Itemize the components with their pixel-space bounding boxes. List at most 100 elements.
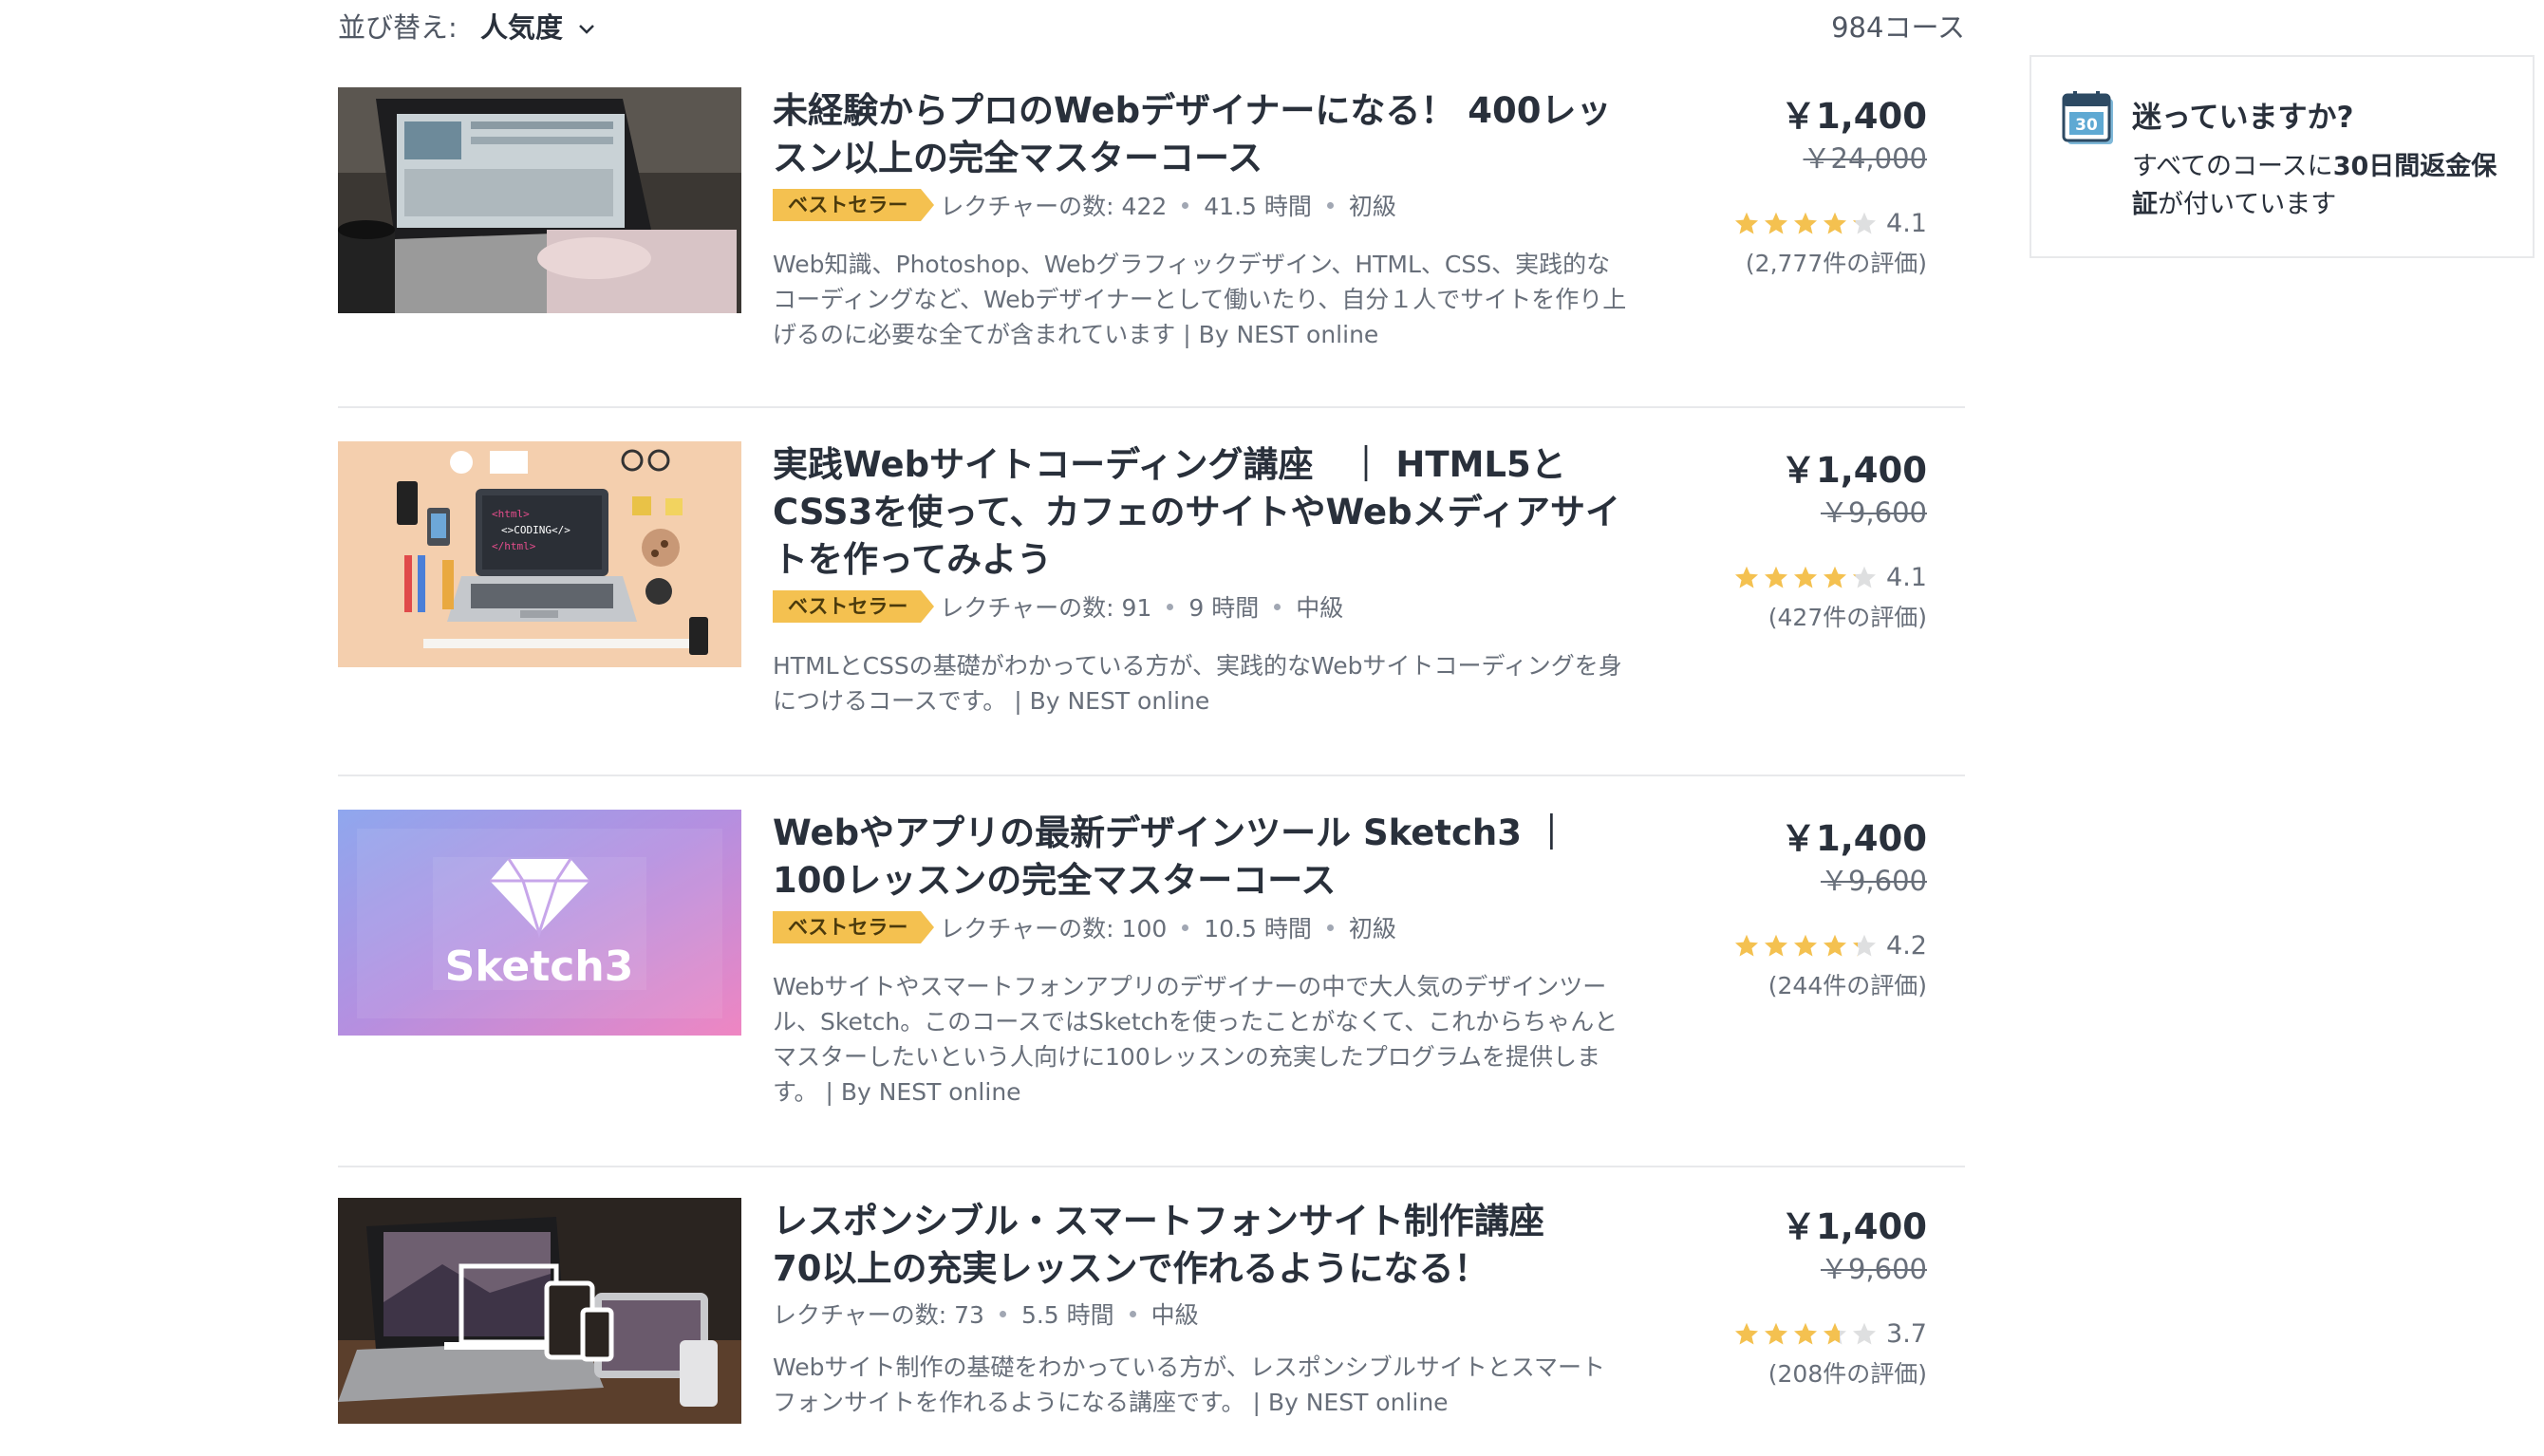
course-hours: 5.5 時間 xyxy=(1020,1301,1114,1329)
rating-value: 4.2 xyxy=(1886,931,1927,961)
course-original-price: ￥9,600 xyxy=(1820,865,1927,897)
bestseller-badge: ベストセラー xyxy=(773,590,935,623)
course-original-price: ￥9,600 xyxy=(1820,1253,1927,1285)
course-thumbnail[interactable]: <html> <>CODING</> </html> xyxy=(338,441,741,667)
separator-dot xyxy=(1167,603,1174,610)
review-count: (244件の評価) xyxy=(1768,972,1927,999)
code-text-3: </html> xyxy=(492,540,536,552)
course-title[interactable]: 実践Webサイトコーディング講座 ｜ HTML5とCSS3を使って、カフェのサイ… xyxy=(773,441,1627,584)
star-icon xyxy=(1735,1322,1759,1344)
chevron-down-icon xyxy=(579,25,595,34)
review-count: (208件の評価) xyxy=(1768,1360,1927,1388)
star-icon xyxy=(1794,566,1818,588)
course-count: 984コース xyxy=(1831,11,1965,44)
bestseller-badge: ベストセラー xyxy=(773,189,935,221)
star-icon xyxy=(1853,1322,1877,1344)
course-rating: 3.7 xyxy=(1733,1319,1927,1349)
course-description: Web知識、Photoshop、Webグラフィックデザイン、HTML、CSS、実… xyxy=(773,251,1627,348)
course-price: ￥1,400 xyxy=(1780,1206,1927,1247)
calendar-number: 30 xyxy=(2075,116,2098,135)
rating-stars xyxy=(1733,565,1880,591)
course-description: HTMLとCSSの基礎がわかっている方が、実践的なWebサイトコーディングを身に… xyxy=(773,652,1622,715)
rating-value: 4.1 xyxy=(1886,563,1927,592)
star-icon xyxy=(1794,212,1818,233)
star-icon xyxy=(1765,1322,1788,1344)
star-icon xyxy=(1853,934,1877,956)
course-meta: レクチャーの数: 73 5.5 時間 中級 xyxy=(773,1297,1199,1331)
course-level: 初級 xyxy=(1348,193,1396,220)
star-icon xyxy=(1853,566,1877,588)
course-level: 初級 xyxy=(1348,915,1396,943)
course-meta: ベストセラー レクチャーの数: 100 10.5 時間 初級 xyxy=(773,910,1396,944)
separator-dot xyxy=(1326,924,1334,931)
course-card[interactable]: レスポンシブル・スマートフォンサイト制作講座 70以上の充実レッスンで作れるよう… xyxy=(338,1198,1965,1445)
course-thumbnail[interactable]: Sketch3 xyxy=(338,810,741,1036)
sort-label: 並び替え: xyxy=(338,11,458,44)
star-icon xyxy=(1765,566,1788,588)
separator-dot xyxy=(999,1310,1006,1317)
course-original-price: ￥24,000 xyxy=(1803,142,1927,175)
rating-stars xyxy=(1733,933,1880,960)
guarantee-text-pre: すべてのコースに xyxy=(2132,152,2333,181)
money-back-guarantee-box: 30 迷っていますか? すべてのコースに30日間返金保証が付いています xyxy=(2030,55,2535,258)
course-thumbnail[interactable] xyxy=(338,1198,741,1424)
thumbnail-title: Sketch3 xyxy=(445,943,634,991)
sort-dropdown[interactable]: 人気度 xyxy=(480,6,595,46)
separator-dot xyxy=(1129,1310,1136,1317)
course-price: ￥1,400 xyxy=(1780,96,1927,137)
rating-stars xyxy=(1733,1321,1880,1348)
lecture-count: レクチャーの数: 422 xyxy=(940,193,1168,220)
course-original-price: ￥9,600 xyxy=(1820,496,1927,529)
course-rating: 4.1 xyxy=(1733,209,1927,238)
sort-value: 人気度 xyxy=(480,11,564,44)
star-icon xyxy=(1794,934,1818,956)
star-icon xyxy=(1794,1322,1818,1344)
star-icon xyxy=(1735,934,1759,956)
divider xyxy=(338,775,1965,776)
course-thumbnail[interactable] xyxy=(338,87,741,313)
course-hours: 41.5 時間 xyxy=(1204,193,1312,220)
rating-stars xyxy=(1733,211,1880,237)
course-hours: 9 時間 xyxy=(1188,594,1260,622)
course-price: ￥1,400 xyxy=(1780,818,1927,859)
lecture-count: レクチャーの数: 73 xyxy=(773,1301,984,1329)
guarantee-text: すべてのコースに30日間返金保証が付いています xyxy=(2132,148,2512,224)
course-card[interactable]: Sketch3 Webやアプリの最新デザインツール Sketch3 ｜100レッ… xyxy=(338,810,1965,1132)
lecture-count: レクチャーの数: 91 xyxy=(940,594,1152,622)
code-text-2: <>CODING</> xyxy=(501,524,571,536)
star-icon xyxy=(1765,934,1788,956)
course-meta: ベストセラー レクチャーの数: 91 9 時間 中級 xyxy=(773,589,1343,624)
star-icon xyxy=(1735,212,1759,233)
separator-dot xyxy=(1182,201,1189,209)
star-icon xyxy=(1765,212,1788,233)
star-icon xyxy=(1735,566,1759,588)
code-text-1: <html> xyxy=(492,508,530,520)
course-description: Webサイト制作の基礎をわかっている方が、レスポンシブルサイトとスマートフォンサ… xyxy=(773,1353,1606,1416)
separator-dot xyxy=(1182,924,1189,931)
separator-dot xyxy=(1274,603,1281,610)
course-level: 中級 xyxy=(1296,594,1344,622)
course-title[interactable]: レスポンシブル・スマートフォンサイト制作講座 70以上の充実レッスンで作れるよう… xyxy=(773,1198,1627,1293)
divider xyxy=(338,1166,1965,1167)
review-count: (427件の評価) xyxy=(1768,604,1927,631)
course-title[interactable]: 未経験からプロのWebデザイナーになる！ 400レッスン以上の完全マスターコース xyxy=(773,87,1627,182)
lecture-count: レクチャーの数: 100 xyxy=(940,915,1168,943)
guarantee-text-post: が付いています xyxy=(2158,190,2337,219)
star-icon xyxy=(1824,566,1847,588)
course-meta: ベストセラー レクチャーの数: 422 41.5 時間 初級 xyxy=(773,188,1396,222)
star-icon xyxy=(1853,212,1877,233)
guarantee-heading: 迷っていますか? xyxy=(2132,101,2354,135)
course-rating: 4.2 xyxy=(1733,931,1927,961)
course-title[interactable]: Webやアプリの最新デザインツール Sketch3 ｜100レッスンの完全マスタ… xyxy=(773,810,1627,905)
course-level: 中級 xyxy=(1150,1301,1199,1329)
bestseller-badge: ベストセラー xyxy=(773,911,935,943)
course-description: Webサイトやスマートフォンアプリのデザイナーの中で大人気のデザインツール、Sk… xyxy=(773,973,1618,1106)
divider xyxy=(338,406,1965,408)
review-count: (2,777件の評価) xyxy=(1745,250,1927,277)
calendar-icon: 30 xyxy=(2062,91,2115,150)
course-card[interactable]: 未経験からプロのWebデザイナーになる！ 400レッスン以上の完全マスターコース… xyxy=(338,87,1965,401)
star-icon xyxy=(1824,934,1847,956)
course-price: ￥1,400 xyxy=(1780,450,1927,491)
course-card[interactable]: <html> <>CODING</> </html> 実践Webサイトコーディン… xyxy=(338,441,1965,726)
course-rating: 4.1 xyxy=(1733,563,1927,592)
